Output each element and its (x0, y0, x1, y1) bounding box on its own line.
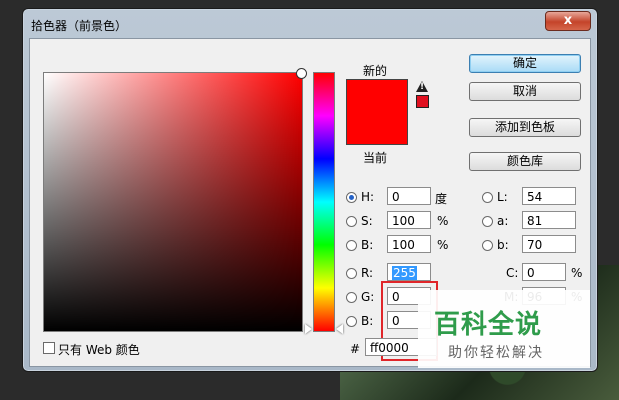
field-picker-marker[interactable] (296, 68, 307, 79)
hue-label: H: (361, 190, 375, 204)
lightness-label: L: (497, 190, 508, 204)
red-input[interactable]: 255 (387, 263, 431, 281)
cancel-button[interactable]: 取消 (469, 82, 581, 101)
radio-saturation[interactable] (346, 216, 357, 227)
hue-slider-right-handle-icon[interactable] (336, 324, 343, 334)
watermark-subtitle: 助你轻松解决 (448, 345, 544, 361)
watermark-badge: 百科全说 助你轻松解决 (418, 290, 590, 368)
hue-slider-left-handle-icon[interactable] (305, 324, 312, 334)
blue-label: B: (361, 314, 374, 328)
radio-a-channel[interactable] (482, 216, 493, 227)
radio-b-channel[interactable] (482, 240, 493, 251)
green-label: G: (361, 290, 375, 304)
ok-button[interactable]: 确定 (469, 54, 581, 73)
b-channel-label: b: (497, 238, 509, 252)
saturation-brightness-field[interactable] (43, 68, 307, 332)
red-label: R: (361, 266, 374, 280)
brightness-label: B: (361, 238, 374, 252)
watermark-title: 百科全说 (434, 310, 543, 340)
new-color-label: 新的 (363, 64, 388, 78)
brightness-unit: % (437, 238, 449, 252)
a-channel-label: a: (497, 214, 509, 228)
window-title: 拾色器（前景色） (31, 19, 128, 33)
b-channel-input[interactable]: 70 (522, 235, 576, 253)
web-colors-only-checkbox[interactable] (43, 342, 55, 354)
radio-hue[interactable] (346, 192, 357, 203)
web-colors-only-label: 只有 Web 颜色 (58, 343, 140, 357)
cyan-input[interactable]: 0 (522, 263, 566, 281)
hue-input[interactable]: 0 (387, 187, 431, 205)
add-to-swatches-button[interactable]: 添加到色板 (469, 118, 581, 137)
brightness-input[interactable]: 100 (387, 235, 431, 253)
radio-lightness[interactable] (482, 192, 493, 203)
out-of-gamut-warning-icon[interactable]: ! (416, 81, 428, 92)
warning-glyph: ! (420, 82, 425, 92)
radio-brightness[interactable] (346, 240, 357, 251)
cyan-label: C: (506, 266, 519, 280)
red-value-selected: 255 (392, 266, 417, 280)
hex-label: # (350, 342, 361, 356)
new-current-swatch (346, 79, 408, 145)
cyan-unit: % (571, 266, 583, 280)
saturation-label: S: (361, 214, 373, 228)
saturation-input[interactable]: 100 (387, 211, 431, 229)
current-color-label: 当前 (363, 151, 388, 165)
gamut-correction-swatch[interactable] (416, 95, 429, 108)
radio-blue[interactable] (346, 316, 357, 327)
a-channel-input[interactable]: 81 (522, 211, 576, 229)
color-libraries-button[interactable]: 颜色库 (469, 152, 581, 171)
radio-green[interactable] (346, 292, 357, 303)
close-button[interactable]: x (545, 11, 591, 31)
hue-slider[interactable] (313, 72, 335, 332)
hue-unit: 度 (435, 192, 448, 206)
lightness-input[interactable]: 54 (522, 187, 576, 205)
saturation-unit: % (437, 214, 449, 228)
radio-red[interactable] (346, 268, 357, 279)
